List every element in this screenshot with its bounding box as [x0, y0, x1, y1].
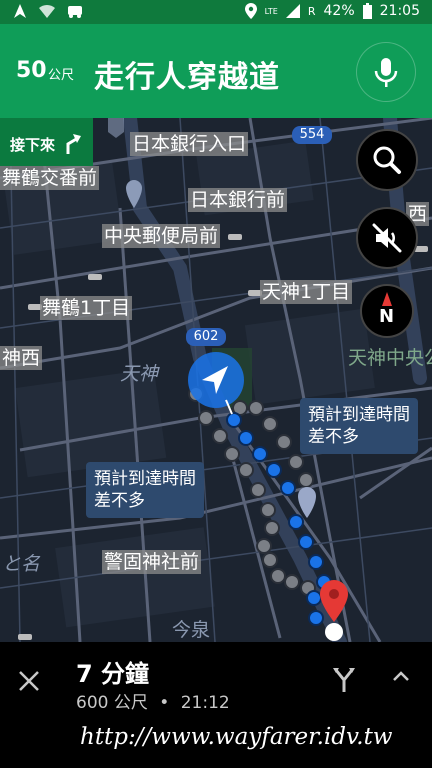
- roaming-indicator: R: [307, 4, 316, 18]
- next-turn-panel: 接下來: [0, 118, 93, 166]
- volume-off-icon: [372, 223, 402, 253]
- route-badge-554: 554: [292, 126, 332, 144]
- car-notification-icon: [68, 6, 82, 18]
- voice-search-button[interactable]: [356, 42, 416, 102]
- route-fork-icon: [333, 668, 355, 692]
- map-label: と名: [2, 553, 41, 575]
- turn-right-icon: [66, 134, 81, 154]
- navigation-arrow-icon: [14, 4, 26, 18]
- microphone-icon: [374, 58, 398, 87]
- search-button[interactable]: [356, 129, 418, 191]
- map-label: 天神中央公: [348, 347, 432, 369]
- expand-button[interactable]: [392, 664, 410, 689]
- eta-bubble[interactable]: 預計到達時間 差不多: [86, 462, 204, 518]
- battery-icon: [362, 3, 372, 19]
- watermark-text: http://www.wayfarer.idv.tw: [80, 724, 393, 750]
- eta-bubble-line2: 差不多: [94, 491, 145, 511]
- chevron-up-icon: [393, 671, 409, 681]
- wifi-icon: [39, 4, 55, 18]
- watermark-strip: http://www.wayfarer.idv.tw: [0, 720, 432, 768]
- signal-icon: [285, 4, 300, 18]
- mute-button[interactable]: [356, 207, 418, 269]
- map-label: 日本銀行入口: [130, 132, 249, 156]
- compass-label: N: [379, 306, 395, 327]
- alternate-routes-button[interactable]: [332, 666, 356, 698]
- trip-details: 600 公尺 • 21:12: [76, 688, 230, 713]
- route-badge-602: 602: [186, 328, 226, 346]
- search-icon: [373, 146, 401, 174]
- battery-level: 42%: [323, 3, 355, 19]
- map-label: 天神: [120, 363, 159, 385]
- lte-indicator: LTE: [264, 6, 278, 16]
- trip-duration: 7 分鐘: [76, 660, 150, 688]
- trip-separator: •: [159, 693, 170, 713]
- map-label: 神西: [0, 346, 43, 370]
- turn-distance: 50: [16, 58, 47, 83]
- street-name: 走行人穿越道: [94, 60, 280, 95]
- compass-button[interactable]: N: [360, 284, 414, 338]
- map-label: 天神1丁目: [260, 280, 353, 304]
- trip-summary-bar: 7 分鐘 600 公尺 • 21:12: [0, 642, 432, 720]
- map-label: 舞鶴交番前: [0, 166, 100, 190]
- eta-bubble-line2: 差不多: [308, 427, 359, 447]
- navigation-header: 50 公尺 走行人穿越道: [0, 24, 432, 118]
- close-navigation-button[interactable]: [16, 664, 42, 702]
- eta-bubble-line1: 預計到達時間: [94, 469, 196, 489]
- clock: 21:05: [379, 3, 420, 19]
- status-bar: LTE R 42% 21:05: [0, 0, 432, 24]
- trip-distance: 600 公尺: [76, 693, 148, 713]
- turn-distance-unit: 公尺: [48, 68, 75, 83]
- map-label: 今泉: [172, 619, 211, 641]
- map-label: 警固神社前: [102, 550, 202, 574]
- eta-bubble[interactable]: 預計到達時間 差不多: [300, 398, 418, 454]
- map-label: 中央郵便局前: [102, 224, 221, 248]
- close-icon: [19, 671, 39, 691]
- map-label: 舞鶴1丁目: [40, 296, 133, 320]
- eta-bubble-line1: 預計到達時間: [308, 405, 410, 425]
- trip-arrival-time: 21:12: [180, 693, 230, 713]
- map-label: 日本銀行前: [188, 188, 288, 212]
- location-icon: [244, 3, 257, 19]
- next-turn-label: 接下來: [10, 136, 56, 154]
- map-view[interactable]: 554 602 日本銀行入口 舞鶴交番前 日本銀行前 日本銀行前 中央郵便局前 …: [0, 118, 432, 642]
